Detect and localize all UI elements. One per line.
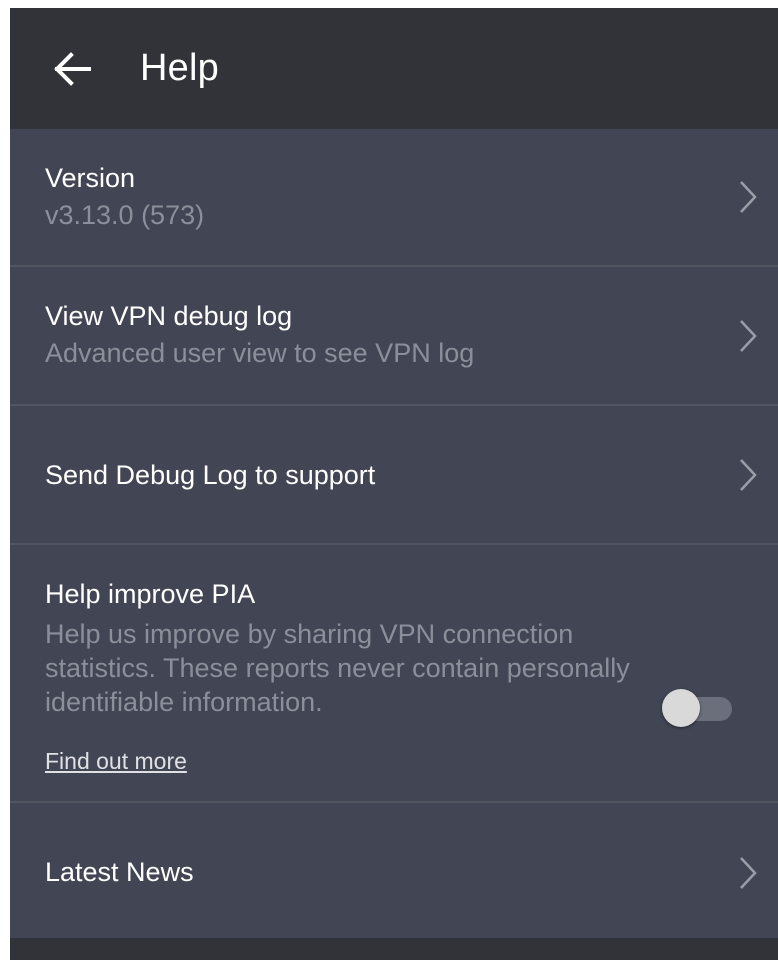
bottom-bar (10, 938, 778, 960)
app-bar: Help (10, 8, 778, 129)
help-improve-toggle[interactable] (662, 689, 734, 727)
latest-news-label: Latest News (45, 857, 194, 887)
latest-news-row[interactable]: Latest News (10, 803, 778, 938)
chevron-right-icon (740, 320, 757, 352)
page-title: Help (140, 47, 219, 89)
chevron-right-icon (740, 181, 757, 213)
back-button[interactable] (46, 43, 98, 95)
send-debug-log-row[interactable]: Send Debug Log to support (10, 406, 778, 545)
version-value: v3.13.0 (573) (45, 200, 205, 230)
view-debug-log-row[interactable]: View VPN debug log Advanced user view to… (10, 267, 778, 406)
version-row[interactable]: Version v3.13.0 (573) (10, 129, 778, 267)
help-improve-row: Help improve PIA Help us improve by shar… (10, 545, 778, 803)
help-improve-label: Help improve PIA (45, 579, 256, 609)
version-label: Version (45, 163, 136, 193)
send-debug-log-label: Send Debug Log to support (45, 460, 376, 490)
chevron-right-icon (740, 459, 757, 491)
find-out-more-link[interactable]: Find out more (45, 748, 187, 775)
chevron-right-icon (740, 857, 757, 889)
arrow-left-icon (54, 51, 91, 86)
help-screen: Help Version v3.13.0 (573) View VPN debu… (10, 8, 778, 960)
help-improve-desc: Help us improve by sharing VPN connectio… (45, 619, 630, 717)
toggle-thumb (662, 689, 700, 727)
view-debug-log-desc: Advanced user view to see VPN log (45, 338, 475, 368)
view-debug-log-label: View VPN debug log (45, 301, 293, 331)
